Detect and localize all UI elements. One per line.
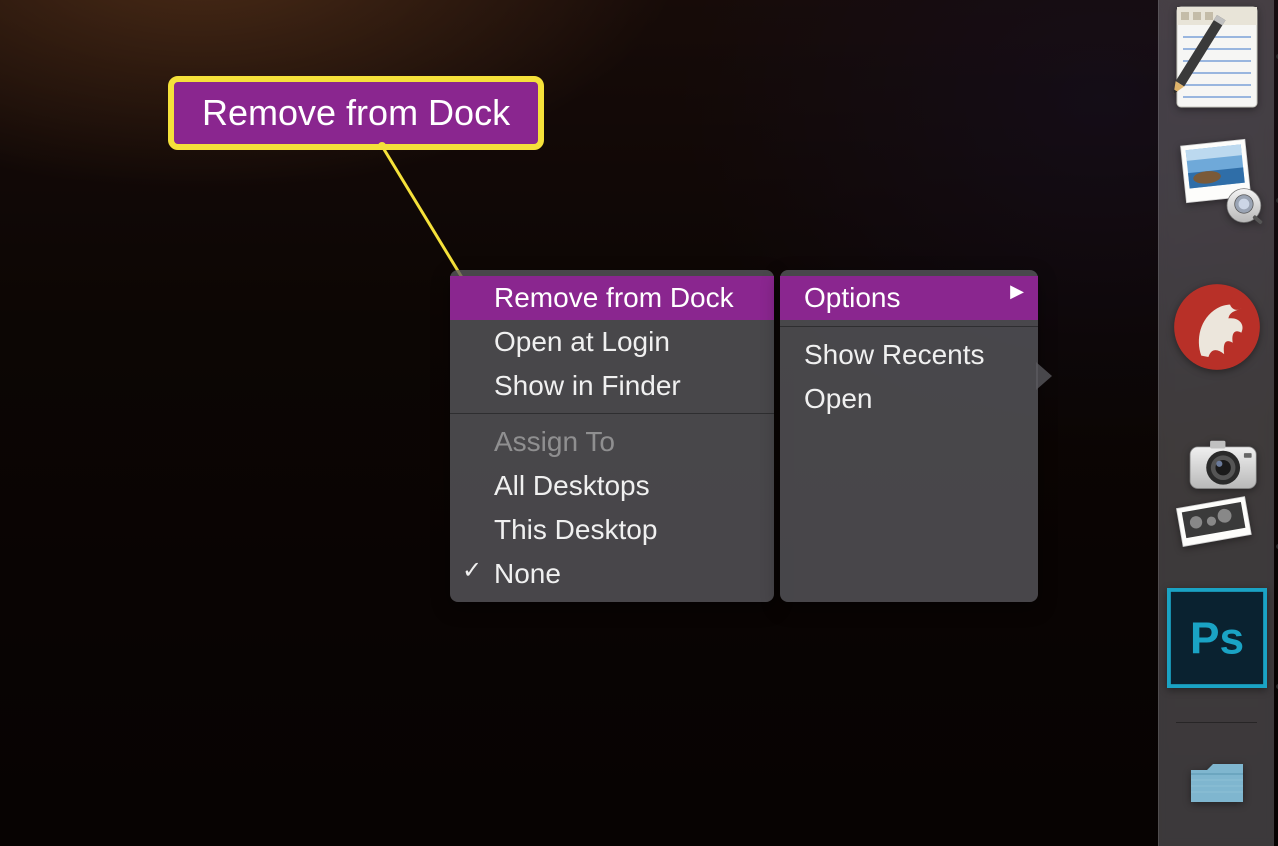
submenu-arrow-icon: ▶ (1010, 279, 1024, 303)
options-item-label: None (494, 558, 561, 589)
preview-icon[interactable] (1167, 134, 1267, 234)
svg-text:Ps: Ps (1189, 614, 1243, 663)
downloads-folder-icon[interactable] (1167, 753, 1267, 813)
photoshop-icon[interactable]: Ps (1167, 588, 1267, 688)
options-this-desktop[interactable]: This Desktop (450, 508, 774, 552)
menu-separator (450, 413, 774, 414)
bear-app-icon[interactable] (1167, 262, 1267, 392)
options-all-desktops[interactable]: All Desktops (450, 464, 774, 508)
context-menu-open[interactable]: Open (780, 377, 1038, 421)
options-item-label: Assign To (494, 426, 615, 457)
dock: Ps (1158, 0, 1274, 846)
options-submenu: Remove from Dock Open at Login Show in F… (450, 270, 774, 602)
context-menu-item-label: Show Recents (804, 339, 985, 370)
options-assign-to-header: Assign To (450, 420, 774, 464)
menu-separator (780, 326, 1038, 327)
dock-context-menu: Options ▶ Show Recents Open (780, 270, 1038, 602)
checkmark-icon: ✓ (462, 555, 482, 587)
context-menu-show-recents[interactable]: Show Recents (780, 333, 1038, 377)
image-capture-icon[interactable] (1167, 420, 1267, 560)
callout-remove-from-dock: Remove from Dock (168, 76, 544, 150)
options-show-in-finder[interactable]: Show in Finder (450, 364, 774, 408)
dock-separator (1176, 722, 1257, 723)
options-item-label: All Desktops (494, 470, 650, 501)
context-menu-options[interactable]: Options ▶ (780, 276, 1038, 320)
options-item-label: Remove from Dock (494, 282, 734, 313)
options-item-label: Open at Login (494, 326, 670, 357)
callout-label: Remove from Dock (202, 92, 510, 133)
menu-pointer-notch (1036, 362, 1052, 390)
options-item-label: Show in Finder (494, 370, 681, 401)
context-menu-container: Remove from Dock Open at Login Show in F… (450, 270, 1038, 602)
textedit-icon[interactable] (1167, 6, 1267, 106)
options-open-at-login[interactable]: Open at Login (450, 320, 774, 364)
context-menu-item-label: Open (804, 383, 873, 414)
options-item-label: This Desktop (494, 514, 657, 545)
options-label: Options (804, 282, 901, 313)
options-remove-from-dock[interactable]: Remove from Dock (450, 276, 774, 320)
options-none[interactable]: ✓ None (450, 552, 774, 596)
